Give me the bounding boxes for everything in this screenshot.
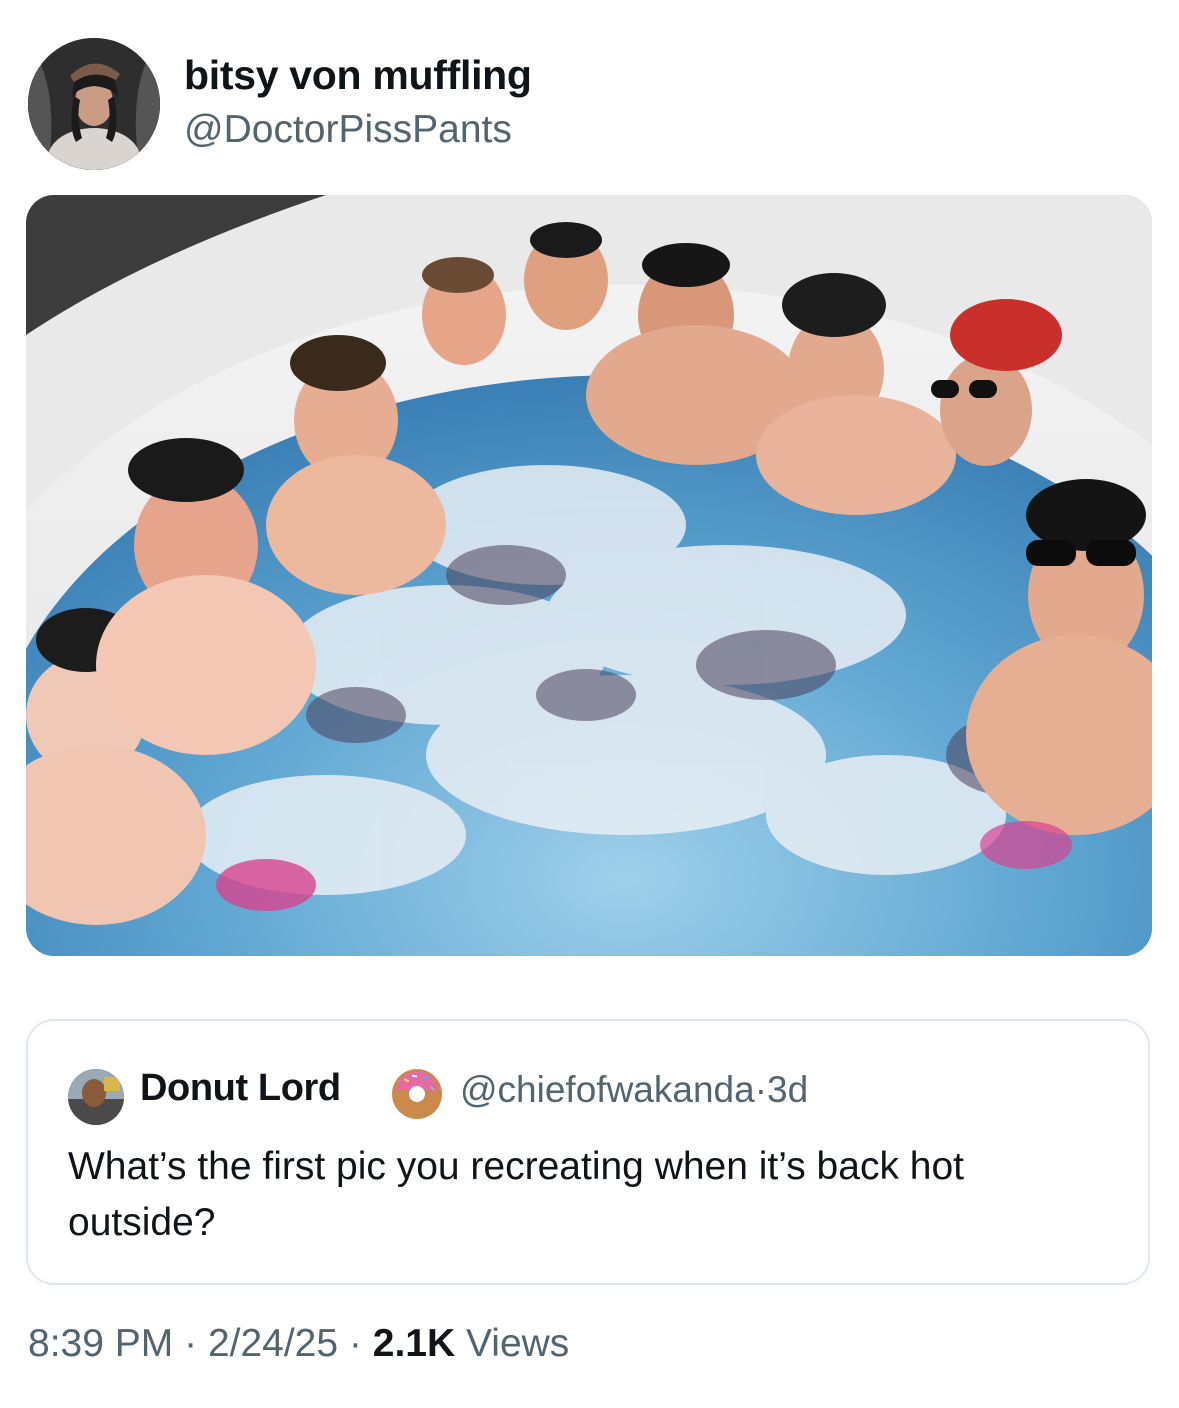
author-handle[interactable]: @DoctorPissPants xyxy=(184,108,512,152)
author-avatar[interactable] xyxy=(28,38,160,170)
tweet-time[interactable]: 8:39 PM xyxy=(28,1322,173,1365)
hot-tub-group-photo-icon xyxy=(26,195,1152,956)
donut-emoji-icon xyxy=(388,1065,446,1123)
quote-age[interactable]: 3d xyxy=(767,1069,808,1110)
quote-author-avatar[interactable] xyxy=(68,1069,124,1125)
profile-photo-icon xyxy=(28,38,160,170)
meta-separator: · xyxy=(348,1322,362,1365)
meta-separator: · xyxy=(184,1322,198,1365)
tweet-header: bitsy von muffling @DoctorPissPants xyxy=(28,38,1148,170)
tweet-meta: 8:39 PM · 2/24/25 · 2.1K Views xyxy=(28,1322,569,1366)
quote-handle-line: @chiefofwakanda·3d xyxy=(460,1069,808,1111)
quote-separator: · xyxy=(754,1069,768,1110)
tweet-date[interactable]: 2/24/25 xyxy=(208,1322,338,1365)
quote-avatar-icon xyxy=(68,1069,124,1125)
tweet-photo[interactable] xyxy=(26,195,1152,956)
quote-tweet-card[interactable]: Donut Lord @chiefofwakanda·3d What’s the… xyxy=(26,1019,1150,1285)
quote-author-handle[interactable]: @chiefofwakanda xyxy=(460,1069,755,1110)
views-count[interactable]: 2.1K xyxy=(373,1322,455,1365)
author-display-name[interactable]: bitsy von muffling xyxy=(184,52,532,99)
quote-text: What’s the first pic you recreating when… xyxy=(68,1145,964,1244)
views-label[interactable]: Views xyxy=(466,1322,569,1365)
quote-author-name[interactable]: Donut Lord xyxy=(140,1067,341,1110)
